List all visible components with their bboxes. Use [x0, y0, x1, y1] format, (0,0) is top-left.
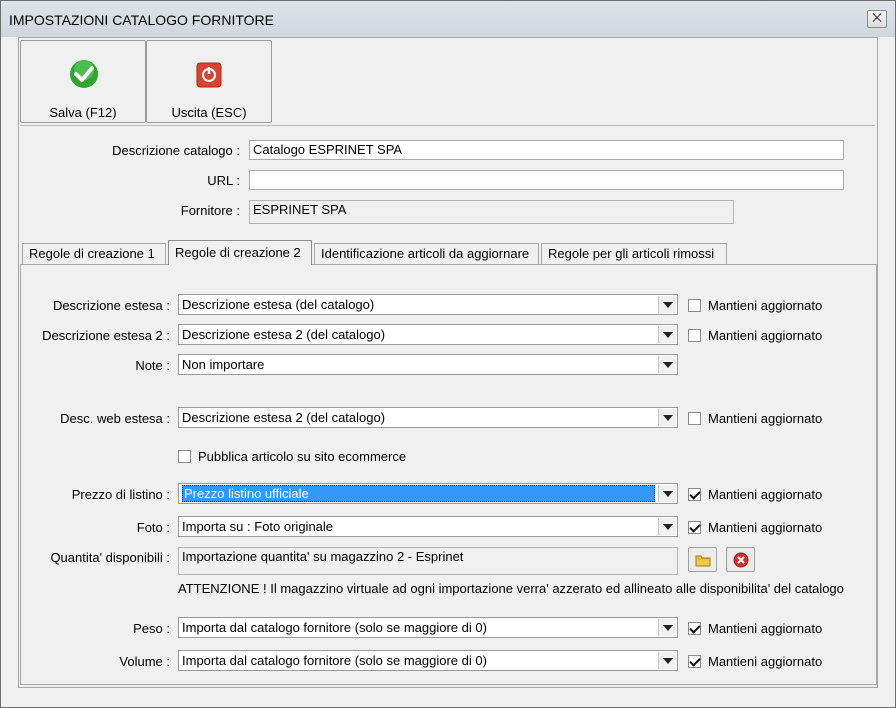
- desc-estesa2-select[interactable]: Descrizione estesa 2 (del catalogo): [178, 324, 678, 345]
- prezzo-select[interactable]: Prezzo listino ufficiale: [178, 483, 678, 504]
- description-input[interactable]: Catalogo ESPRINET SPA: [249, 140, 844, 160]
- quantita-clear-button[interactable]: [726, 547, 755, 572]
- desc-estesa-select[interactable]: Descrizione estesa (del catalogo): [178, 294, 678, 315]
- note-label: Note :: [135, 358, 170, 373]
- publish-ecommerce-checkbox[interactable]: [178, 450, 191, 463]
- folder-icon: [695, 555, 711, 567]
- desc-estesa-label: Descrizione estesa :: [52, 298, 170, 313]
- desc-estesa-value: Descrizione estesa (del catalogo): [182, 297, 375, 312]
- volume-keep-label: Mantieni aggiornato: [708, 654, 823, 669]
- close-icon: ⨉: [872, 11, 882, 25]
- volume-keep-checkbox[interactable]: [688, 655, 701, 668]
- desc-web-label: Desc. web estesa :: [60, 411, 170, 426]
- tab-identificazione-articoli[interactable]: Identificazione articoli da aggiornare: [314, 243, 539, 264]
- note-value: Non importare: [182, 357, 265, 372]
- desc-estesa2-label: Descrizione estesa 2 :: [42, 328, 170, 343]
- exit-label: Uscita (ESC): [171, 105, 247, 120]
- close-button[interactable]: ⨉: [867, 10, 887, 28]
- foto-keep-checkbox[interactable]: [688, 521, 701, 534]
- peso-keep-checkbox[interactable]: [688, 622, 701, 635]
- title-bar: IMPOSTAZIONI CATALOGO FORNITORE ⨉: [1, 1, 895, 37]
- url-label: URL :: [207, 173, 240, 188]
- quantita-field: Importazione quantita' su magazzino 2 - …: [178, 547, 678, 575]
- desc-estesa2-value: Descrizione estesa 2 (del catalogo): [182, 327, 386, 342]
- foto-keep-label: Mantieni aggiornato: [708, 520, 823, 535]
- url-input[interactable]: [249, 170, 844, 190]
- foto-label: Foto :: [136, 520, 170, 535]
- chevron-down-icon[interactable]: [658, 518, 676, 535]
- desc-estesa2-keep-checkbox[interactable]: [688, 329, 701, 342]
- peso-select[interactable]: Importa dal catalogo fornitore (solo se …: [178, 617, 678, 638]
- volume-select[interactable]: Importa dal catalogo fornitore (solo se …: [178, 650, 678, 671]
- quantita-browse-button[interactable]: [688, 547, 717, 572]
- tab-regole-creazione-2[interactable]: Regole di creazione 2: [168, 240, 312, 265]
- tab-regole-articoli-rimossi[interactable]: Regole per gli articoli rimossi: [541, 243, 727, 264]
- supplier-label: Fornitore :: [180, 203, 240, 218]
- peso-keep-label: Mantieni aggiornato: [708, 621, 823, 636]
- checkmark-icon: [70, 60, 98, 88]
- save-label: Salva (F12): [49, 105, 117, 120]
- power-icon: [196, 62, 222, 88]
- desc-web-value: Descrizione estesa 2 (del catalogo): [182, 410, 386, 425]
- chevron-down-icon[interactable]: [658, 485, 676, 502]
- foto-value: Importa su : Foto originale: [182, 519, 334, 534]
- description-label: Descrizione catalogo :: [112, 143, 240, 158]
- toolbar-divider: [20, 125, 875, 126]
- chevron-down-icon[interactable]: [658, 619, 676, 636]
- volume-label: Volume :: [119, 654, 170, 669]
- publish-ecommerce-label: Pubblica articolo su sito ecommerce: [198, 449, 407, 464]
- desc-estesa2-keep-label: Mantieni aggiornato: [708, 328, 823, 343]
- exit-button[interactable]: Uscita (ESC): [146, 40, 272, 123]
- chevron-down-icon[interactable]: [658, 296, 676, 313]
- save-button[interactable]: Salva (F12): [20, 40, 146, 123]
- volume-value: Importa dal catalogo fornitore (solo se …: [182, 653, 487, 668]
- desc-web-keep-label: Mantieni aggiornato: [708, 411, 823, 426]
- chevron-down-icon[interactable]: [658, 326, 676, 343]
- chevron-down-icon[interactable]: [658, 356, 676, 373]
- desc-estesa-keep-checkbox[interactable]: [688, 299, 701, 312]
- prezzo-label: Prezzo di listino :: [71, 487, 170, 502]
- chevron-down-icon[interactable]: [658, 409, 676, 426]
- prezzo-value: Prezzo listino ufficiale: [182, 485, 655, 502]
- peso-value: Importa dal catalogo fornitore (solo se …: [182, 620, 487, 635]
- prezzo-keep-label: Mantieni aggiornato: [708, 487, 823, 502]
- note-select[interactable]: Non importare: [178, 354, 678, 375]
- desc-web-select[interactable]: Descrizione estesa 2 (del catalogo): [178, 407, 678, 428]
- tab-regole-creazione-1[interactable]: Regole di creazione 1: [22, 243, 166, 264]
- desc-web-keep-checkbox[interactable]: [688, 412, 701, 425]
- warning-text: ATTENZIONE ! Il magazzino virtuale ad og…: [178, 581, 844, 596]
- supplier-field: ESPRINET SPA: [249, 200, 734, 224]
- desc-estesa-keep-label: Mantieni aggiornato: [708, 298, 823, 313]
- chevron-down-icon[interactable]: [658, 652, 676, 669]
- prezzo-keep-checkbox[interactable]: [688, 488, 701, 501]
- quantita-label: Quantita' disponibili :: [50, 550, 170, 565]
- peso-label: Peso :: [133, 621, 170, 636]
- window-title: IMPOSTAZIONI CATALOGO FORNITORE: [9, 12, 274, 28]
- clear-icon: [733, 552, 749, 568]
- foto-select[interactable]: Importa su : Foto originale: [178, 516, 678, 537]
